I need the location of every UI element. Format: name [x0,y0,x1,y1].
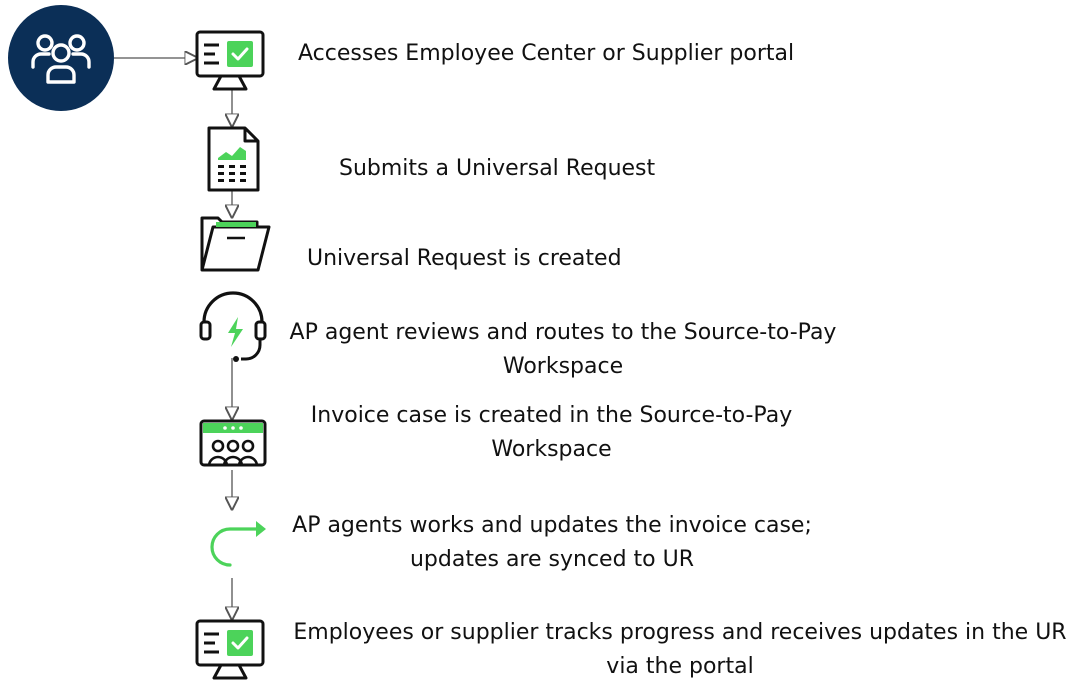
step-7-line-2: via the portal [606,654,754,679]
step-5-line-1: Invoice case is created in the Source-to… [310,403,793,428]
step-1-line-1: Accesses Employee Center or Supplier por… [298,41,795,66]
step-7-label: Employees or supplier tracks progress an… [288,616,1072,684]
step-6-label: AP agents works and updates the invoice … [288,509,816,577]
step-2-label: Submits a Universal Request [339,152,655,186]
step-6-line-2: updates are synced to UR [409,547,695,572]
step-7-line-1: Employees or supplier tracks progress an… [293,620,1067,645]
actor-people-icon [8,5,114,111]
step-4-line-1: AP agent reviews and routes to the Sourc… [289,320,837,345]
step-1-label: Accesses Employee Center or Supplier por… [298,37,794,71]
step-5-line-2: Workspace [491,437,612,462]
workspace-team-icon [199,419,267,467]
step-4-label: AP agent reviews and routes to the Sourc… [282,316,844,384]
headset-lightning-icon [199,291,267,362]
step-5-label: Invoice case is created in the Source-to… [303,399,800,467]
folder-icon [200,216,271,272]
monitor-checkmark-icon [195,30,265,91]
document-chart-icon [207,126,260,192]
monitor-checkmark-icon-final [195,619,265,680]
step-3-label: Universal Request is created [307,242,622,276]
step-6-line-1: AP agents works and updates the invoice … [292,513,812,538]
step-3-line-1: Universal Request is created [307,246,622,271]
curved-arrow-icon [210,521,266,567]
step-2-line-1: Submits a Universal Request [339,156,656,181]
step-4-line-2: Workspace [502,354,624,379]
